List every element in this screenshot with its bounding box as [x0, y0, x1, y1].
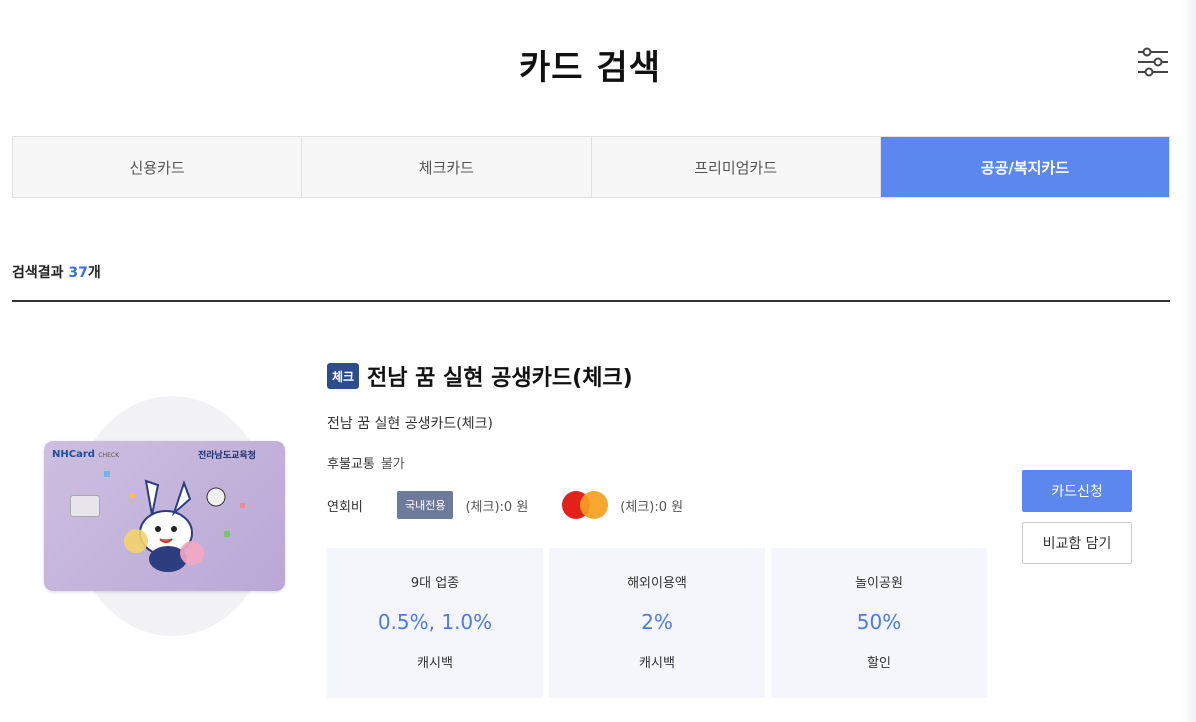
- benefit-item: 해외이용액 2% 캐시백: [549, 548, 765, 698]
- mascot-illustration: [104, 471, 245, 572]
- transit-value: 불가: [380, 457, 405, 472]
- tab-public-welfare-card[interactable]: 공공/복지카드: [880, 137, 1169, 197]
- tab-check-card[interactable]: 체크카드: [302, 137, 592, 197]
- filter-button[interactable]: [1136, 46, 1170, 78]
- results-count: 37: [68, 265, 88, 281]
- benefit-value: 0.5%, 1.0%: [377, 610, 493, 634]
- product-subtitle: 전남 꿈 실현 공생카드(체크): [327, 416, 493, 432]
- domestic-fee-value: (체크):0 원: [465, 499, 529, 515]
- product-title[interactable]: 전남 꿈 실현 공생카드(체크): [367, 360, 633, 392]
- product-title-row: 체크 전남 꿈 실현 공생카드(체크): [327, 360, 633, 392]
- scroll-shadow: [1182, 0, 1196, 722]
- benefit-unit: 캐시백: [417, 656, 453, 671]
- international-fee-value: (체크):0 원: [620, 499, 684, 515]
- search-results-count: 검색결과 37개: [12, 262, 101, 282]
- benefit-item: 놀이공원 50% 할인: [771, 548, 987, 698]
- benefit-value: 2%: [641, 610, 673, 634]
- transit-info: 후불교통 불가: [327, 453, 405, 472]
- tab-premium-card[interactable]: 프리미엄카드: [592, 137, 881, 197]
- check-card-badge: 체크: [327, 363, 359, 389]
- results-suffix: 개: [87, 265, 101, 281]
- sliders-icon: [1138, 47, 1168, 77]
- add-to-compare-button[interactable]: 비교함 담기: [1022, 522, 1132, 564]
- apply-card-button[interactable]: 카드신청: [1022, 470, 1132, 512]
- benefit-list: 9대 업종 0.5%, 1.0% 캐시백 해외이용액 2% 캐시백 놀이공원 5…: [327, 548, 987, 698]
- annual-fee-label: 연회비: [327, 499, 363, 515]
- results-label: 검색결과: [12, 265, 64, 281]
- benefit-item: 9대 업종 0.5%, 1.0% 캐시백: [327, 548, 543, 698]
- benefit-name: 해외이용액: [627, 576, 687, 591]
- annual-fee-row: 연회비 국내전용 (체크):0 원 (체크):0 원: [327, 490, 683, 520]
- benefit-unit: 할인: [867, 656, 891, 671]
- domestic-only-badge: 국내전용: [397, 491, 454, 519]
- mastercard-icon: [562, 490, 609, 520]
- results-divider: [12, 300, 1170, 302]
- transit-label: 후불교통: [327, 457, 375, 472]
- page-title: 카드 검색: [519, 48, 661, 88]
- card-type-tabs: 신용카드 체크카드 프리미엄카드 공공/복지카드: [12, 136, 1170, 198]
- benefit-unit: 캐시백: [639, 656, 675, 671]
- benefit-name: 놀이공원: [855, 576, 903, 591]
- tab-credit-card[interactable]: 신용카드: [13, 137, 303, 197]
- card-image[interactable]: NHCard CHECK 전라남도교육청: [44, 441, 285, 591]
- benefit-name: 9대 업종: [410, 576, 460, 591]
- benefit-value: 50%: [856, 610, 902, 634]
